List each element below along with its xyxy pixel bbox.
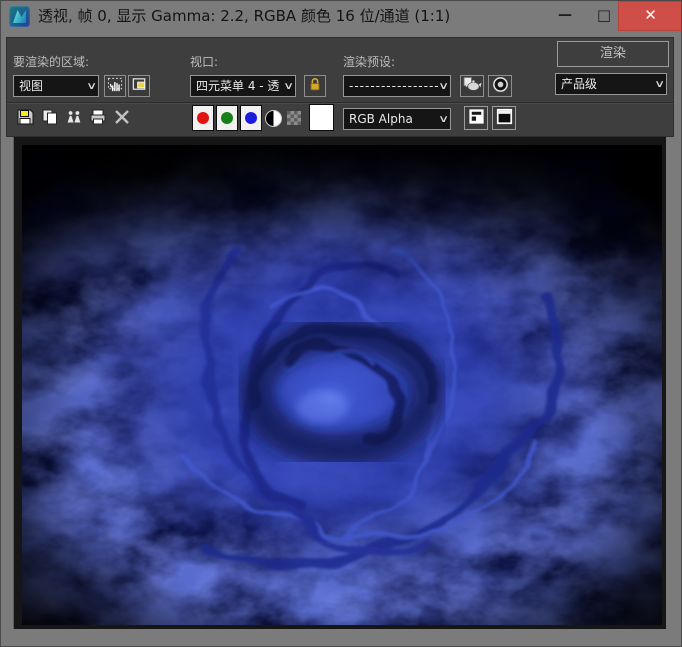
render-button[interactable]: 渲染 [557,41,669,67]
rfw-toolbar: 要渲染的区域: 视口: 渲染预设: 视图 ∨ 四元菜单 4 - 透 ∨ ----… [6,37,674,137]
close-button[interactable]: ✕ [618,1,681,31]
toggle-ui-overlays-button[interactable] [464,106,488,130]
green-channel-button[interactable] [216,105,238,131]
environment-sphere-icon [492,76,509,97]
toolbar-row-separator [7,102,673,104]
auto-region-icon [131,76,148,97]
monochrome-channel-button[interactable] [265,110,282,127]
clone-figures-icon [65,108,83,130]
render-preset-label: 渲染预设: [343,55,396,69]
clear-image-button[interactable] [111,108,133,130]
window-title: 透视, 帧 0, 显示 Gamma: 2.2, RGBA 颜色 16 位/通道 … [38,7,451,25]
area-to-render-select[interactable]: 视图 ∨ [13,75,99,97]
lock-icon [307,76,323,96]
maximize-button[interactable]: □ [587,1,621,31]
area-to-render-value: 视图 [19,79,44,93]
title-bar: 透视, 帧 0, 显示 Gamma: 2.2, RGBA 颜色 16 位/通道 … [1,1,681,33]
edit-region-icon [107,76,124,97]
copy-icon [41,108,59,130]
save-image-button[interactable] [14,108,36,130]
area-to-render-label: 要渲染的区域: [13,55,90,69]
chevron-down-icon: ∨ [437,80,449,92]
vortex-render [22,145,662,625]
chevron-down-icon: ∨ [437,113,449,125]
viewport-value: 四元菜单 4 - 透 [196,79,280,93]
clone-window-button[interactable] [63,108,85,130]
blue-channel-button[interactable] [240,105,262,131]
save-icon [16,108,34,130]
clear-x-icon [113,108,131,130]
print-image-button[interactable] [87,108,109,130]
render-setup-teapot-icon [462,76,482,96]
render-preset-select[interactable]: -------------------- ∨ [343,75,451,97]
clear-color-swatch[interactable] [309,104,334,131]
viewport-lock-button[interactable] [304,75,326,97]
ui-window-icon [495,107,514,130]
auto-region-button[interactable] [128,75,150,97]
viewport-label: 视口: [190,55,219,69]
toggle-ui-button[interactable] [492,106,516,130]
render-preset-value: -------------------- [349,79,438,93]
render-mode-value: 产品级 [561,77,598,91]
rendered-image [22,145,662,625]
viewport-select[interactable]: 四元菜单 4 - 透 ∨ [190,75,296,97]
red-channel-button[interactable] [192,105,214,131]
render-mode-select[interactable]: 产品级 ∨ [555,73,667,95]
render-frame-window: 透视, 帧 0, 显示 Gamma: 2.2, RGBA 颜色 16 位/通道 … [0,0,682,647]
render-setup-button[interactable] [460,75,484,97]
minimize-button[interactable]: — [546,1,584,31]
alpha-channel-button[interactable] [287,111,301,125]
blue-channel-icon [245,112,257,124]
red-channel-icon [197,112,209,124]
image-display-zone [13,137,666,629]
chevron-down-icon: ∨ [653,78,665,90]
chevron-down-icon: ∨ [282,80,294,92]
display-channel-select[interactable]: RGB Alpha ∨ [343,108,451,130]
edit-region-button[interactable] [104,75,126,97]
printer-icon [89,108,107,130]
ui-overlays-icon [467,107,486,130]
green-channel-icon [221,112,233,124]
environment-effects-button[interactable] [488,75,512,97]
chevron-down-icon: ∨ [85,80,97,92]
3dsmax-app-icon [9,6,30,27]
copy-image-button[interactable] [39,108,61,130]
display-channel-value: RGB Alpha [349,112,413,126]
